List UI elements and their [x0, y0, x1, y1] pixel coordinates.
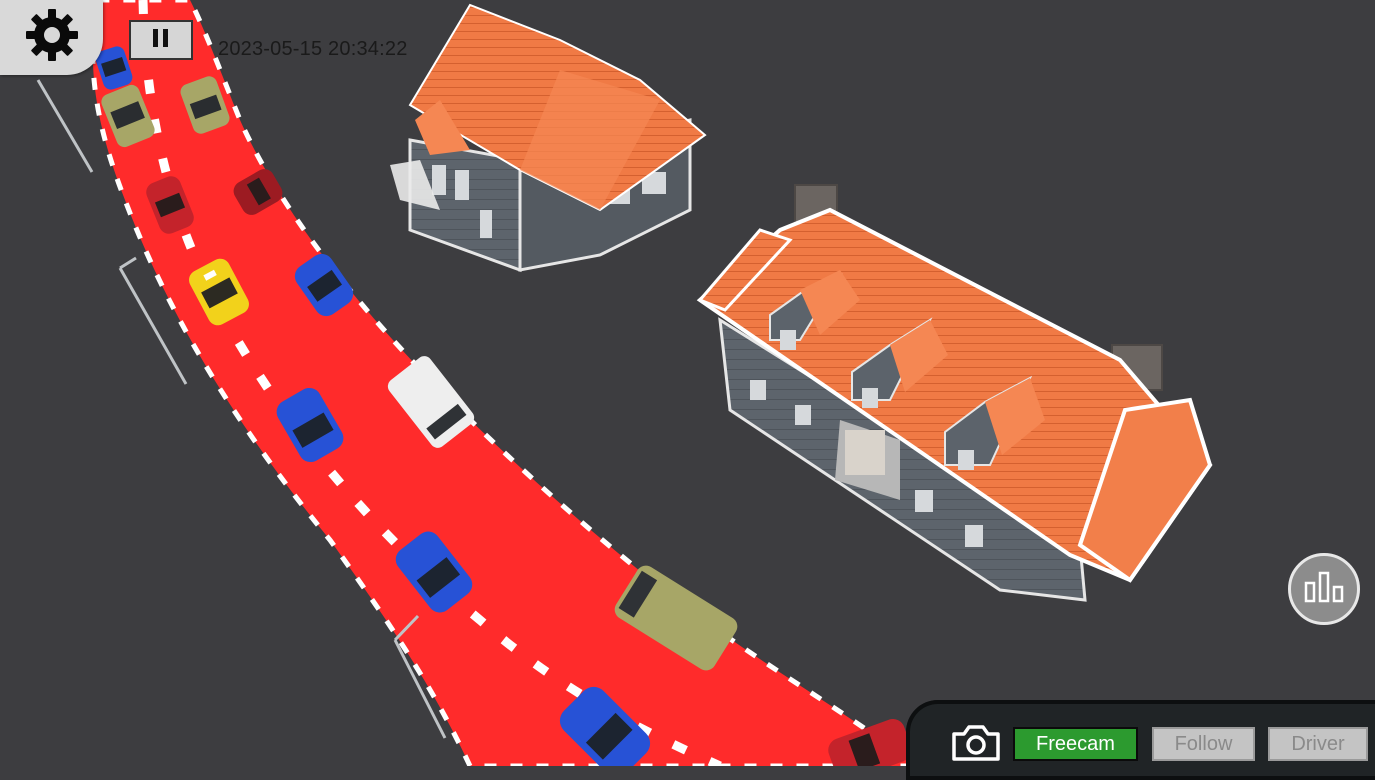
simulation-timestamp: 2023-05-15 20:34:22	[218, 38, 408, 60]
bar-chart-icon	[1303, 570, 1345, 609]
pause-icon	[152, 28, 170, 53]
statistics-button[interactable]	[1288, 553, 1360, 625]
pause-button[interactable]	[129, 20, 193, 60]
follow-mode-button[interactable]: Follow	[1152, 727, 1255, 761]
simulation-viewport[interactable]	[0, 0, 1375, 766]
settings-button[interactable]	[0, 0, 103, 75]
driver-mode-button[interactable]: Driver	[1268, 727, 1368, 761]
gear-icon	[23, 6, 81, 69]
camera-icon[interactable]	[950, 724, 1002, 762]
freecam-mode-button[interactable]: Freecam	[1013, 727, 1138, 761]
